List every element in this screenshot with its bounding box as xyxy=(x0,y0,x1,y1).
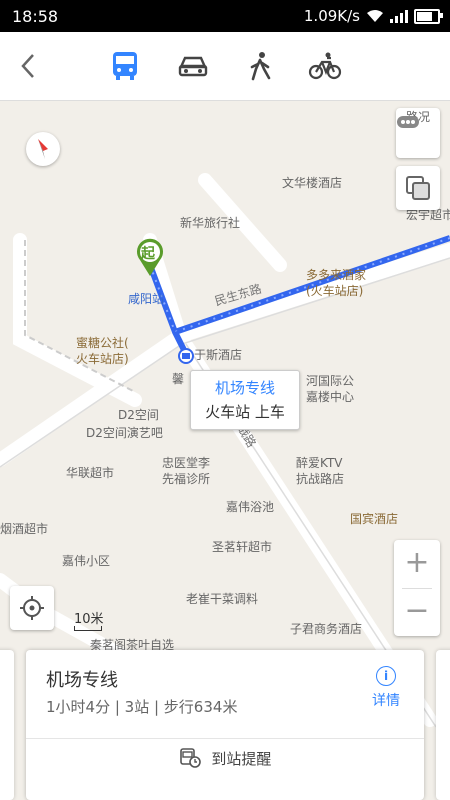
start-marker-label: 起 xyxy=(141,246,155,262)
map-poi: 国宾酒店 xyxy=(350,512,399,526)
map-scale: 10米 xyxy=(74,608,104,631)
signal-icon xyxy=(390,9,408,23)
layers-icon xyxy=(406,176,430,200)
status-right: 1.09K/s xyxy=(303,7,443,25)
map-poi: 于斯酒店 xyxy=(194,348,243,362)
map-poi: 咸阳站 xyxy=(128,292,165,306)
zoom-in-button[interactable]: + xyxy=(394,540,440,588)
map-poi: 火车站店) xyxy=(76,352,129,366)
compass-icon xyxy=(38,139,48,159)
zoom-control: + − xyxy=(394,540,440,636)
map-poi: 子君商务酒店 xyxy=(290,622,363,636)
map-poi: 多多来酒家 xyxy=(306,268,367,282)
chevron-left-icon[interactable] xyxy=(20,52,36,80)
route-summary-card[interactable]: 机场专线 1小时4分 | 3站 | 步行634米 i 详情 到站提醒 xyxy=(26,650,424,800)
map-poi: 烟酒超市 xyxy=(0,522,49,536)
map-poi: 老崔干菜调料 xyxy=(186,592,259,606)
map-poi: 嘉伟浴池 xyxy=(226,500,275,514)
bus-stop-callout[interactable]: 机场专线 火车站 上车 xyxy=(190,370,300,430)
transport-mode-bar xyxy=(0,32,450,101)
map-poi: 华联超市 xyxy=(66,466,115,480)
divider xyxy=(26,738,424,739)
bike-icon[interactable] xyxy=(308,49,342,83)
map-poi: D2空间演艺吧 xyxy=(86,426,163,440)
details-button[interactable]: i 详情 xyxy=(368,666,404,710)
map-poi: 蜜糖公社( xyxy=(76,336,129,350)
map-poi: 嘉伟小区 xyxy=(62,554,111,568)
locate-button[interactable] xyxy=(10,586,54,630)
map-poi: 文华楼酒店 xyxy=(282,176,343,190)
callout-station: 火车站 上车 xyxy=(205,403,285,421)
status-bar: 18:58 1.09K/s xyxy=(0,0,450,32)
network-speed: 1.09K/s xyxy=(303,7,360,25)
bus-icon[interactable] xyxy=(108,49,142,83)
bus-clock-icon xyxy=(179,748,201,768)
scale-label: 10米 xyxy=(74,612,104,627)
layers-button[interactable] xyxy=(396,166,440,210)
map-poi: 抗战路店 xyxy=(296,472,345,486)
next-route-card[interactable] xyxy=(436,650,450,800)
battery-icon xyxy=(414,8,443,24)
route-info: 1小时4分 | 3站 | 步行634米 xyxy=(46,698,238,716)
map-poi: 嘉楼中心 xyxy=(306,390,355,404)
zoom-out-button[interactable]: − xyxy=(394,588,440,636)
map-poi: 新华旅行社 xyxy=(180,216,241,230)
prev-route-card[interactable] xyxy=(0,650,14,800)
map-poi: 醉爱KTV xyxy=(296,456,343,470)
map-poi: 馨 xyxy=(172,372,185,386)
traffic-icon xyxy=(397,116,419,128)
map-poi: 忠医堂李 xyxy=(162,456,211,470)
callout-route: 机场专线 xyxy=(214,379,275,397)
map-poi: 先福诊所 xyxy=(162,472,211,486)
map-poi: (火车站店) xyxy=(306,284,364,298)
map-poi: D2空间 xyxy=(118,408,159,422)
locate-icon xyxy=(20,596,44,620)
arrival-reminder-label: 到站提醒 xyxy=(211,750,272,768)
map-poi: 河国际公 xyxy=(306,374,355,388)
status-time: 18:58 xyxy=(12,7,59,26)
car-icon[interactable] xyxy=(176,49,210,83)
arrival-reminder-button[interactable]: 到站提醒 xyxy=(26,748,424,769)
info-icon: i xyxy=(376,666,396,686)
wifi-icon xyxy=(367,10,383,22)
traffic-button[interactable]: 路况 xyxy=(396,108,440,158)
walk-icon[interactable] xyxy=(244,49,278,83)
map-poi: 圣茗轩超市 xyxy=(212,540,273,554)
route-title: 机场专线 xyxy=(46,670,118,691)
compass-button[interactable] xyxy=(26,132,60,166)
details-label: 详情 xyxy=(372,693,400,709)
